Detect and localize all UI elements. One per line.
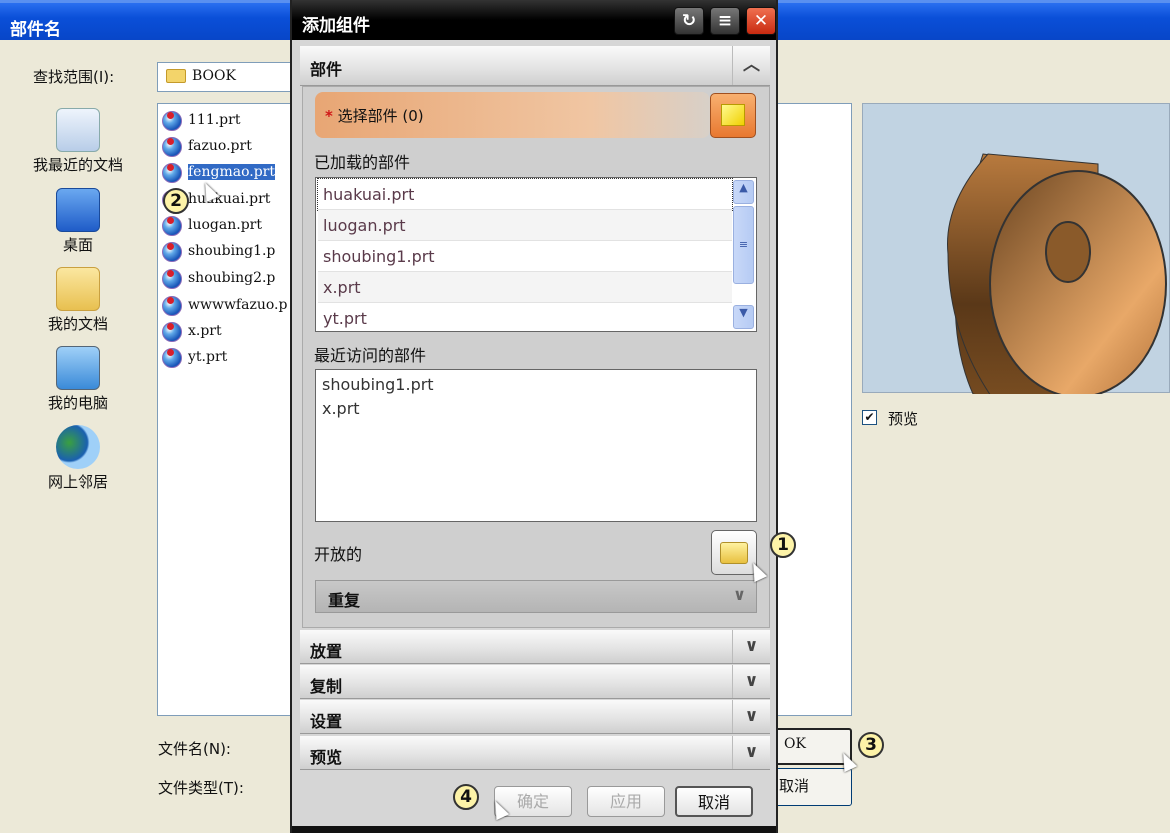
prt-file-icon (162, 269, 182, 289)
scroll-thumb[interactable]: ≡ (733, 206, 754, 284)
select-part-bar[interactable]: * 选择部件 (0) (315, 92, 710, 138)
dialog-bottom-edge (292, 826, 776, 833)
chevron-down-icon: ∨ (732, 700, 770, 733)
menu-icon[interactable]: ≡ (710, 7, 740, 35)
file-item[interactable]: shoubing2.p (160, 267, 275, 289)
place-label: 我最近的文档 (32, 156, 123, 174)
file-item[interactable]: 111.prt (160, 109, 240, 131)
section-settings-header[interactable]: 设置 ∨ (300, 700, 770, 734)
select-part-button[interactable] (710, 93, 756, 138)
add-component-dialog: 添加组件 ↻ ≡ ✕ 部件 ︿ * 选择部件 (0) 已加载的部件 huakuai… (290, 0, 778, 833)
list-item[interactable]: huakuai.prt (317, 178, 733, 211)
look-in-value: BOOK (192, 68, 236, 84)
close-icon[interactable]: ✕ (746, 7, 776, 35)
repeat-section-header[interactable]: 重复 ∨ (315, 580, 757, 613)
list-item[interactable]: x.prt (318, 272, 732, 303)
chevron-down-icon: ∨ (733, 585, 746, 604)
file-name-label: 文件名(N): (158, 740, 231, 758)
recent-parts-label: 最近访问的部件 (314, 346, 427, 365)
file-item[interactable]: luogan.prt (160, 214, 262, 236)
place-label: 我的电脑 (47, 394, 108, 412)
list-item[interactable]: x.prt (322, 397, 750, 421)
look-in-combo[interactable]: BOOK (157, 62, 297, 92)
place-label: 我的文档 (47, 315, 108, 333)
file-type-label: 文件类型(T): (158, 779, 244, 797)
file-item[interactable]: wwwwfazuo.p (160, 294, 287, 316)
prt-file-icon (162, 111, 182, 131)
file-dialog-title: 部件名 (10, 20, 61, 40)
open-label: 开放的 (314, 545, 363, 564)
section-preview-header[interactable]: 预览 ∨ (300, 736, 770, 770)
loaded-parts-label: 已加载的部件 (314, 153, 411, 172)
file-item[interactable]: x.prt (160, 320, 222, 342)
required-icon: * (325, 107, 333, 125)
cancel-button[interactable]: 取消 (675, 786, 753, 817)
my-computer-icon (56, 346, 100, 390)
list-item[interactable]: luogan.prt (318, 210, 732, 241)
section-copy-header[interactable]: 复制 ∨ (300, 665, 770, 699)
preview-label: 预览 (888, 410, 919, 428)
dialog-title: 添加组件 (302, 16, 370, 36)
place-recent[interactable]: 我最近的文档 (20, 108, 136, 175)
list-item[interactable]: shoubing1.prt (322, 373, 750, 397)
reset-icon[interactable]: ↻ (674, 7, 704, 35)
part-preview (862, 103, 1170, 415)
callout-4: 4 (453, 784, 479, 810)
recent-docs-icon (56, 108, 100, 152)
prt-file-icon (162, 137, 182, 157)
desktop-icon (56, 188, 100, 232)
prt-file-icon (162, 163, 182, 183)
callout-3: 3 (858, 732, 884, 758)
scrollbar[interactable]: ▲ ≡ ▼ (733, 180, 754, 329)
list-item[interactable]: yt.prt (318, 303, 732, 334)
my-documents-icon (56, 267, 100, 311)
select-part-label: 选择部件 (0) (337, 107, 424, 125)
file-item[interactable]: yt.prt (160, 346, 227, 368)
file-item[interactable]: shoubing1.p (160, 240, 275, 262)
chevron-down-icon: ∨ (732, 736, 770, 769)
list-item[interactable]: shoubing1.prt (318, 241, 732, 272)
place-label: 网上邻居 (47, 473, 108, 491)
network-icon (56, 425, 100, 469)
place-documents[interactable]: 我的文档 (20, 267, 136, 334)
recent-parts-list[interactable]: shoubing1.prt x.prt (315, 369, 757, 522)
chevron-down-icon: ∨ (732, 630, 770, 663)
look-in-label: 查找范围(I): (33, 68, 115, 86)
chevron-down-icon: ∨ (732, 665, 770, 698)
prt-file-icon (162, 348, 182, 368)
cube-icon (721, 104, 745, 126)
place-network[interactable]: 网上邻居 (20, 425, 136, 492)
section-placement-header[interactable]: 放置 ∨ (300, 630, 770, 664)
prt-file-icon (162, 216, 182, 236)
loaded-parts-list[interactable]: huakuai.prt luogan.prt shoubing1.prt x.p… (315, 177, 757, 332)
scroll-down-icon[interactable]: ▼ (733, 305, 754, 329)
section-part-header[interactable]: 部件 ︿ (300, 46, 770, 86)
place-label: 桌面 (62, 236, 93, 254)
file-item-selected[interactable]: fengmao.prt (160, 161, 276, 183)
chevron-up-icon: ︿ (732, 46, 770, 85)
apply-button[interactable]: 应用 (587, 786, 665, 817)
place-computer[interactable]: 我的电脑 (20, 346, 136, 413)
prt-file-icon (162, 322, 182, 342)
folder-icon (166, 69, 186, 83)
prt-file-icon (162, 296, 182, 316)
open-folder-icon (720, 542, 748, 564)
prt-file-icon (162, 242, 182, 262)
scroll-up-icon[interactable]: ▲ (733, 180, 754, 204)
cylinder-part-image (947, 153, 1167, 415)
preview-checkbox[interactable]: ✔ (862, 410, 877, 425)
callout-2: 2 (163, 188, 189, 214)
file-item[interactable]: fazuo.prt (160, 135, 252, 157)
place-desktop[interactable]: 桌面 (20, 188, 136, 255)
callout-1: 1 (770, 532, 796, 558)
